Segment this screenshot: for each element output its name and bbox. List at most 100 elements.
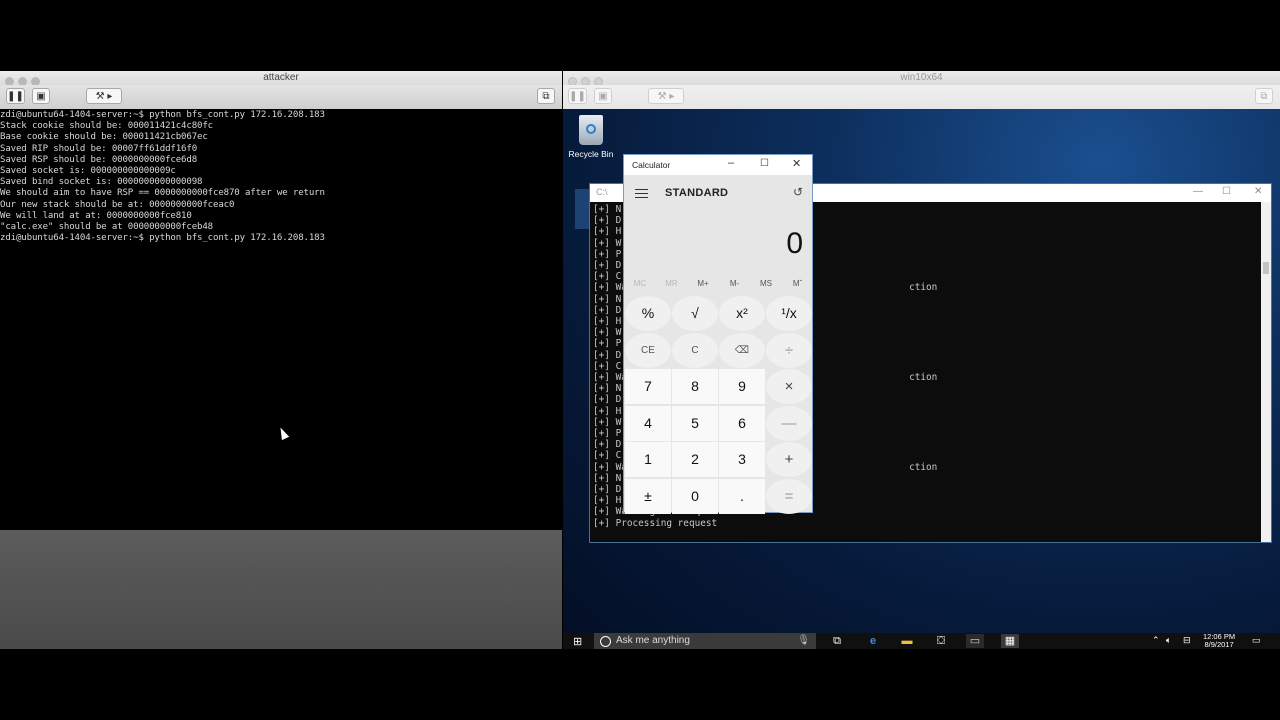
maximize-icon[interactable]: ☐ — [1222, 186, 1231, 197]
cmd-title: C:\ — [596, 187, 608, 197]
file-explorer-icon[interactable]: ▬ — [898, 634, 916, 648]
reciprocal-button[interactable]: ¹/x — [766, 296, 812, 331]
calculator-titlebar[interactable]: Calculator – ☐ ✕ — [624, 155, 812, 175]
clear-entry-button[interactable]: CE — [625, 332, 671, 368]
close-icon[interactable]: ✕ — [792, 157, 801, 170]
win10-vm-window[interactable]: win10x64 ❚❚ ▣ ⚒ ▸ ⧉ Recycle Bin C:\ — ☐ … — [563, 71, 1280, 649]
close-icon[interactable]: ✕ — [1254, 186, 1262, 197]
digit-3-button[interactable]: 3 — [719, 442, 765, 477]
subtract-button[interactable]: — — [766, 405, 812, 441]
memory-recall-button[interactable]: MR — [656, 279, 688, 288]
digit-8-button[interactable]: 8 — [672, 369, 718, 404]
minimize-icon[interactable]: — — [1193, 186, 1203, 197]
window-title: win10x64 — [900, 72, 943, 83]
mouse-pointer-icon — [276, 425, 290, 441]
digit-7-button[interactable]: 7 — [625, 369, 671, 404]
vm-toolbar: ❚❚ ▣ ⚒ ▸ ⧉ — [563, 85, 1280, 110]
calculator-mode: STANDARD — [665, 187, 729, 199]
backspace-button[interactable]: ⌫ — [719, 332, 765, 368]
memory-store-button[interactable]: MS — [750, 279, 782, 288]
snapshot-icon[interactable]: ▣ — [32, 88, 50, 104]
divide-button[interactable]: ÷ — [766, 332, 812, 368]
digit-2-button[interactable]: 2 — [672, 442, 718, 477]
cmd-scrollbar[interactable] — [1261, 202, 1271, 542]
terminal-line: Base cookie should be: 000011421cb067ec — [0, 132, 208, 143]
add-button[interactable]: + — [766, 442, 812, 477]
memory-add-button[interactable]: M+ — [687, 279, 719, 288]
fullscreen-icon[interactable]: ⧉ — [1255, 88, 1273, 104]
cortana-search-box[interactable]: Ask me anything 🎙︎ — [594, 633, 816, 649]
fullscreen-icon[interactable]: ⧉ — [537, 88, 555, 104]
calculator-header: STANDARD ↺ — [624, 175, 812, 211]
start-windows-icon[interactable]: ⊞ — [573, 635, 582, 648]
settings-wrench-icon[interactable]: ⚒ ▸ — [648, 88, 684, 104]
digit-1-button[interactable]: 1 — [625, 442, 671, 477]
edge-browser-icon[interactable]: e — [864, 634, 882, 648]
calculator-window[interactable]: Calculator – ☐ ✕ STANDARD ↺ 0 MC MR M+ M- MS… — [623, 154, 814, 514]
calculator-taskbar-icon[interactable]: ▦ — [1001, 634, 1019, 648]
taskbar-background: ⊞ Ask me anything 🎙︎ ⧉ e ▬ ⛋ ▭ ▦ ⌃ 🔈︎ ⊟ … — [563, 633, 1280, 649]
cmd-taskbar-icon[interactable]: ▭ — [966, 634, 984, 648]
terminal-line: Saved bind socket is: 0000000000000098 — [0, 177, 203, 188]
terminal-line: Saved RIP should be: 00007ff61ddf16f0 — [0, 143, 198, 154]
terminal-line: Saved socket is: 000000000000009c — [0, 166, 176, 177]
terminal-line: We will land at at: 0000000000fce810 — [0, 210, 192, 221]
store-icon[interactable]: ⛋ — [932, 634, 950, 648]
settings-wrench-icon[interactable]: ⚒ ▸ — [86, 88, 122, 104]
task-view-icon[interactable]: ⧉ — [828, 634, 846, 648]
snapshot-icon[interactable]: ▣ — [594, 88, 612, 104]
calculator-title: Calculator — [632, 160, 671, 170]
terminal-line: zdi@ubuntu64-1404-server:~$ python bfs_c… — [0, 110, 325, 120]
square-button[interactable]: x² — [719, 296, 765, 331]
tray-chevron-icon[interactable]: ⌃ — [1152, 635, 1160, 646]
memory-clear-button[interactable]: MC — [624, 279, 656, 288]
recycle-bin-icon — [579, 115, 603, 145]
attacker-titlebar[interactable]: attacker — [0, 71, 562, 86]
calculator-display: 0 — [786, 227, 803, 260]
pause-icon[interactable]: ❚❚ — [568, 88, 587, 104]
volume-icon[interactable]: 🔈︎ — [1166, 635, 1171, 646]
memory-subtract-button[interactable]: M- — [719, 279, 751, 288]
network-icon[interactable]: ⊟ — [1183, 635, 1191, 646]
minimize-icon[interactable]: – — [728, 157, 734, 169]
memory-list-button[interactable]: Mˇ — [782, 279, 814, 288]
terminal-line: zdi@ubuntu64-1404-server:~$ python bfs_c… — [0, 233, 325, 244]
pause-icon[interactable]: ❚❚ — [6, 88, 25, 104]
clock-date: 8/9/2017 — [1204, 640, 1234, 649]
cortana-icon — [600, 636, 611, 647]
action-center-icon[interactable]: ▭ — [1252, 635, 1261, 646]
multiply-button[interactable]: × — [766, 369, 812, 404]
terminal-line: Saved RSP should be: 0000000000fce6d8 — [0, 154, 198, 165]
terminal[interactable]: zdi@ubuntu64-1404-server:~$ python bfs_c… — [0, 109, 562, 530]
percent-button[interactable]: % — [625, 296, 671, 331]
windows-desktop: Recycle Bin C:\ — ☐ ✕ [+] N [+] D [+] H [+]… — [563, 109, 1280, 633]
win10-titlebar[interactable]: win10x64 — [563, 71, 1280, 86]
attacker-vm-window[interactable]: attacker ❚❚ ▣ ⚒ ▸ ⧉ zdi@ubuntu64-1404-se… — [0, 71, 562, 649]
cmd-line: [+] Processing request — [593, 517, 718, 529]
vm-toolbar: ❚❚ ▣ ⚒ ▸ ⧉ — [0, 85, 562, 110]
square-root-button[interactable]: √ — [672, 296, 718, 331]
empty-window-area — [0, 530, 562, 649]
terminal-line: We should aim to have RSP == 0000000000f… — [0, 188, 325, 199]
digit-0-button[interactable]: 0 — [672, 478, 718, 514]
negate-button[interactable]: ± — [625, 478, 671, 514]
scroll-thumb[interactable] — [1263, 262, 1269, 274]
terminal-line: "calc.exe" should be at 0000000000fceb48 — [0, 222, 213, 233]
decimal-button[interactable]: . — [719, 478, 765, 514]
history-icon[interactable]: ↺ — [793, 185, 803, 199]
recycle-bin-label: Recycle Bin — [568, 149, 614, 159]
digit-4-button[interactable]: 4 — [625, 405, 671, 441]
maximize-icon[interactable]: ☐ — [760, 158, 769, 169]
microphone-icon[interactable]: 🎙︎ — [797, 635, 810, 646]
desktop-shortcut-icon[interactable] — [575, 189, 589, 229]
recycle-bin[interactable]: Recycle Bin — [565, 115, 617, 159]
clear-button[interactable]: C — [672, 332, 718, 368]
terminal-line: Stack cookie should be: 000011421c4c80fc — [0, 121, 213, 132]
menu-hamburger-icon[interactable] — [635, 189, 648, 201]
digit-5-button[interactable]: 5 — [672, 405, 718, 441]
digit-9-button[interactable]: 9 — [719, 369, 765, 404]
digit-6-button[interactable]: 6 — [719, 405, 765, 441]
taskbar-clock[interactable]: 12:06 PM 8/9/2017 — [1203, 633, 1235, 649]
windows-taskbar: ⊞ Ask me anything 🎙︎ ⧉ e ▬ ⛋ ▭ ▦ ⌃ 🔈︎ ⊟ … — [563, 633, 1280, 649]
equals-button[interactable]: = — [766, 478, 812, 514]
